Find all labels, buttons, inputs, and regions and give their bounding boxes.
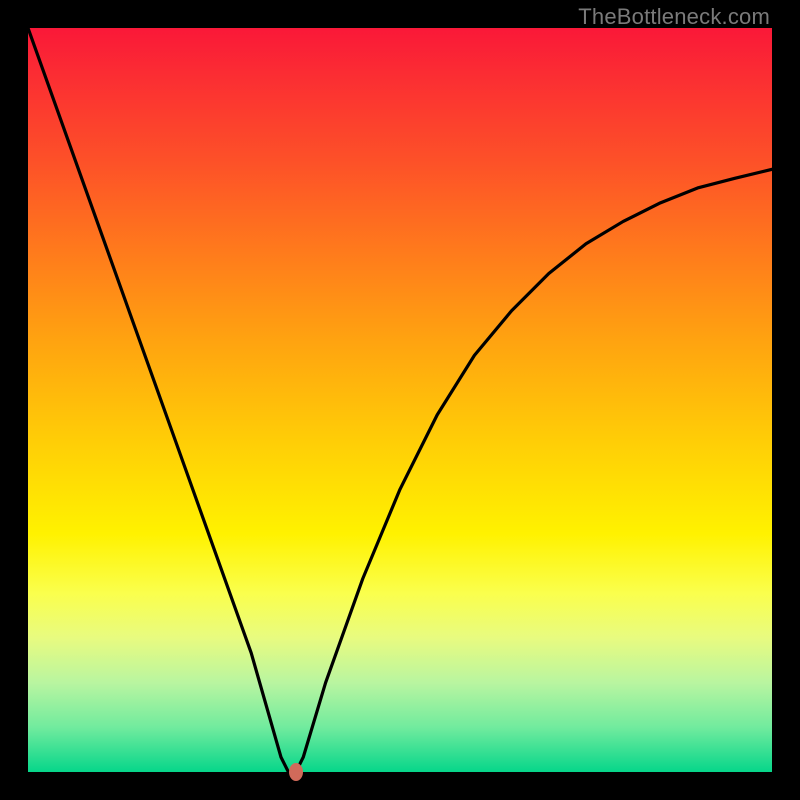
- optimum-marker: [289, 763, 303, 781]
- chart-svg: [28, 28, 772, 772]
- watermark-text: TheBottleneck.com: [578, 4, 770, 30]
- plot-area: [28, 28, 772, 772]
- curve-line: [28, 28, 772, 772]
- chart-frame: TheBottleneck.com: [0, 0, 800, 800]
